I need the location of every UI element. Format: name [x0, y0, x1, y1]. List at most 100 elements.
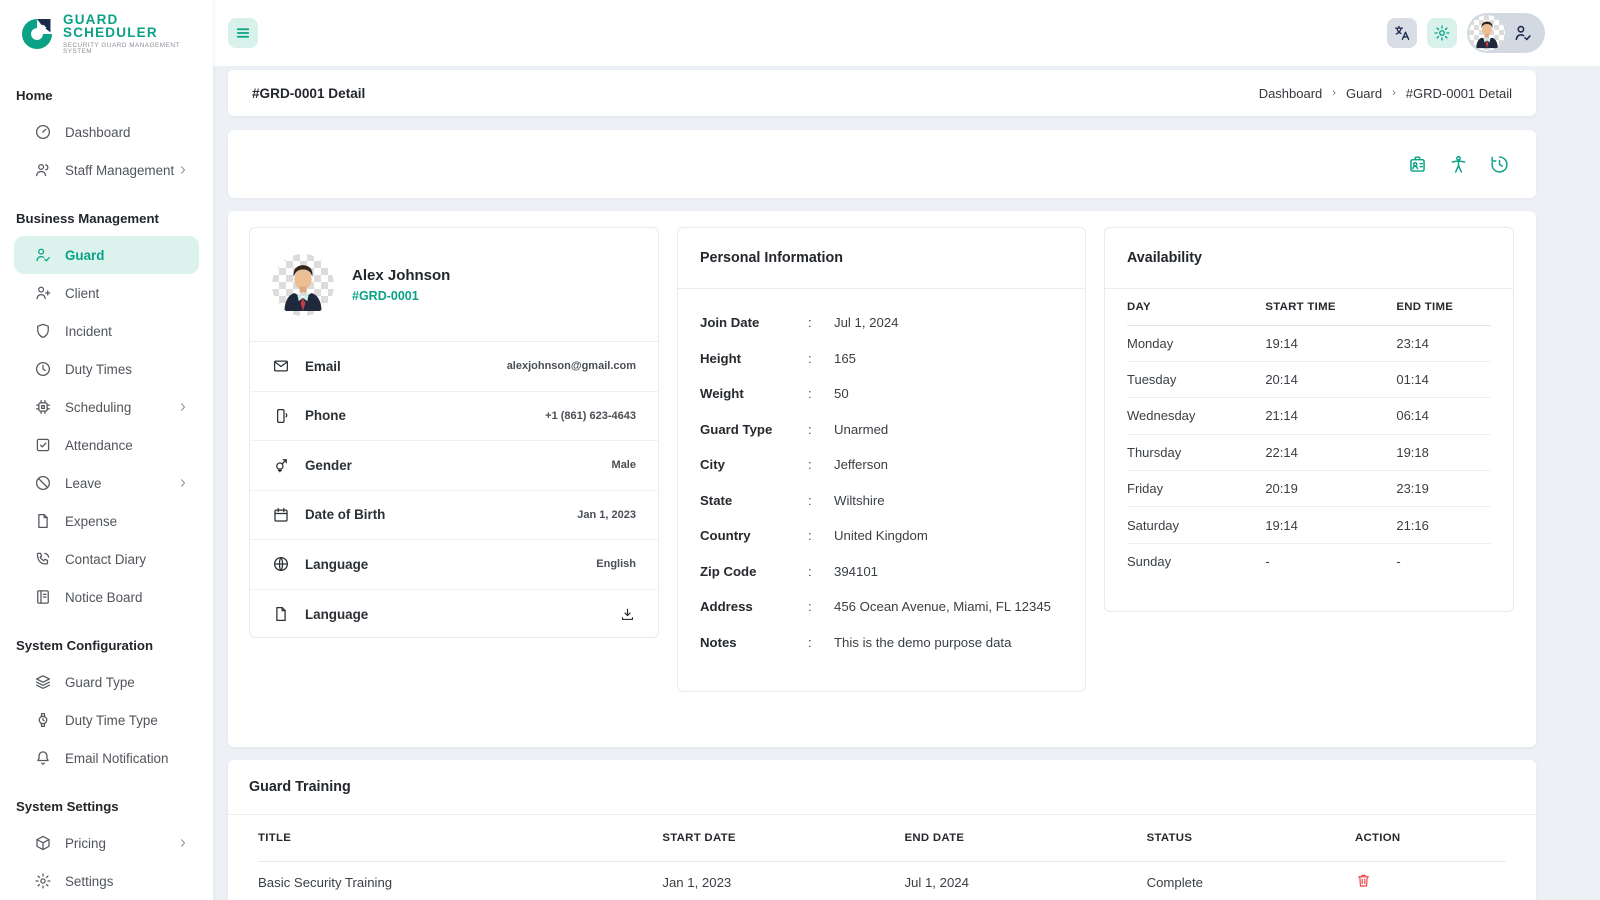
accessibility-icon [1448, 154, 1469, 175]
gender-icon [272, 456, 290, 474]
sidebar-item-notice-board[interactable]: Notice Board [14, 578, 199, 616]
translate-icon [1393, 24, 1411, 42]
sidebar-section-system-configuration: System Configuration [0, 616, 213, 663]
calendar-icon [272, 506, 290, 524]
mobile-icon [272, 407, 290, 425]
sidebar-item-staff-management[interactable]: Staff Management [14, 151, 199, 189]
availability-row-monday: Monday19:1423:14 [1127, 325, 1491, 361]
clock-icon [34, 360, 52, 378]
sidebar-item-guard-type[interactable]: Guard Type [14, 663, 199, 701]
sidebar-item-leave[interactable]: Leave [14, 464, 199, 502]
personal-information-card: Personal Information Join Date : Jul 1, … [677, 227, 1086, 692]
people-icon [34, 161, 52, 179]
package-icon [34, 834, 52, 852]
sidebar-item-settings[interactable]: Settings [14, 862, 199, 900]
profile-row-language-5: Language [250, 590, 658, 640]
info-row-height: Height : 165 [700, 351, 1063, 387]
settings-button[interactable] [1427, 18, 1457, 48]
ban-icon [34, 474, 52, 492]
info-row-notes: Notes : This is the demo purpose data [700, 635, 1063, 671]
clock-history-icon [1489, 154, 1510, 175]
chevron-right-icon [177, 477, 189, 489]
availability-header-end-time: END TIME [1396, 289, 1491, 325]
id-badge-icon [1407, 154, 1428, 175]
breadcrumb: Dashboard›Guard›#GRD-0001 Detail [1259, 86, 1512, 101]
info-row-guard-type: Guard Type : Unarmed [700, 422, 1063, 458]
board-icon [34, 588, 52, 606]
availability-table: DAYSTART TIMEEND TIME Monday19:1423:14 T… [1127, 289, 1491, 580]
sidebar-item-email-notification[interactable]: Email Notification [14, 739, 199, 777]
phone-icon [34, 550, 52, 568]
breadcrumb-item--grd-0001-detail[interactable]: #GRD-0001 Detail [1406, 86, 1512, 101]
hamburger-menu-button[interactable] [228, 18, 258, 48]
detail-action-bar [228, 130, 1536, 198]
personal-information-title: Personal Information [678, 228, 1085, 289]
bell-icon [34, 749, 52, 767]
chevron-right-icon [177, 401, 189, 413]
info-row-state: State : Wiltshire [700, 493, 1063, 529]
clock-history-button[interactable] [1489, 154, 1510, 175]
sidebar-item-client[interactable]: Client [14, 274, 199, 312]
guard-name: Alex Johnson [352, 267, 450, 284]
layers-icon [34, 673, 52, 691]
user-profile-menu[interactable] [1467, 13, 1545, 53]
breadcrumb-item-dashboard[interactable]: Dashboard [1259, 86, 1323, 101]
info-row-join-date: Join Date : Jul 1, 2024 [700, 315, 1063, 351]
profile-row-phone-1: Phone +1 (861) 623-4643 [250, 392, 658, 442]
check-square-icon [34, 436, 52, 454]
profile-row-gender-2: Gender Male [250, 441, 658, 491]
main-content: #GRD-0001 Detail Dashboard›Guard›#GRD-00… [213, 66, 1600, 900]
sidebar-item-duty-time-type[interactable]: Duty Time Type [14, 701, 199, 739]
sidebar-item-pricing[interactable]: Pricing [14, 824, 199, 862]
sidebar-item-scheduling[interactable]: Scheduling [14, 388, 199, 426]
availability-header-start-time: START TIME [1265, 289, 1396, 325]
user-avatar [1469, 15, 1505, 51]
shield-icon [34, 322, 52, 340]
sidebar-item-attendance[interactable]: Attendance [14, 426, 199, 464]
training-row: Basic Security Training Jan 1, 2023 Jul … [258, 861, 1506, 900]
sidebar-item-contact-diary[interactable]: Contact Diary [14, 540, 199, 578]
detail-panel: Alex Johnson #GRD-0001 Email alexjohnson… [228, 211, 1536, 747]
id-badge-button[interactable] [1407, 154, 1428, 175]
info-row-city: City : Jefferson [700, 457, 1063, 493]
sidebar-section-business-management: Business Management [0, 189, 213, 236]
guard-profile-card: Alex Johnson #GRD-0001 Email alexjohnson… [249, 227, 659, 638]
gear-icon [34, 872, 52, 890]
availability-row-sunday: Sunday-- [1127, 543, 1491, 579]
person-plus-icon [34, 284, 52, 302]
profile-row-email-0: Email alexjohnson@gmail.com [250, 342, 658, 392]
app-logo[interactable]: GUARD SCHEDULER SECURITY GUARD MANAGEMEN… [0, 0, 213, 66]
trash-icon [1355, 872, 1372, 889]
envelope-icon [272, 357, 290, 375]
sidebar-item-incident[interactable]: Incident [14, 312, 199, 350]
guard-training-table: TITLESTART DATEEND DATESTATUSACTION Basi… [258, 815, 1506, 900]
delete-training-button[interactable] [1355, 872, 1372, 889]
guard-training-card: Guard Training TITLESTART DATEEND DATEST… [228, 760, 1536, 900]
chevron-right-icon [177, 164, 189, 176]
sidebar-item-dashboard[interactable]: Dashboard [14, 113, 199, 151]
sidebar-item-expense[interactable]: Expense [14, 502, 199, 540]
sidebar-item-duty-times[interactable]: Duty Times [14, 350, 199, 388]
availability-card: Availability DAYSTART TIMEEND TIME Monda… [1104, 227, 1514, 612]
accessibility-button[interactable] [1448, 154, 1469, 175]
availability-row-tuesday: Tuesday20:1401:14 [1127, 361, 1491, 397]
breadcrumb-item-guard[interactable]: Guard [1346, 86, 1382, 101]
profile-contact-rows: Email alexjohnson@gmail.com Phone +1 (86… [250, 342, 658, 639]
info-row-weight: Weight : 50 [700, 386, 1063, 422]
download-button[interactable] [619, 606, 636, 623]
guard-id: #GRD-0001 [352, 289, 450, 303]
info-row-zip-code: Zip Code : 394101 [700, 564, 1063, 600]
dashboard-icon [34, 123, 52, 141]
profile-row-language-4: Language English [250, 540, 658, 590]
availability-row-wednesday: Wednesday21:1406:14 [1127, 398, 1491, 434]
hamburger-menu-icon [234, 24, 252, 42]
translate-button[interactable] [1387, 18, 1417, 48]
person-check-icon [34, 246, 52, 264]
topbar [213, 0, 1600, 66]
sidebar-item-guard[interactable]: Guard [14, 236, 199, 274]
profile-row-date-of-birth-3: Date of Birth Jan 1, 2023 [250, 491, 658, 541]
training-header-title: TITLE [258, 815, 662, 861]
training-header-start-date: START DATE [662, 815, 904, 861]
personal-information-rows: Join Date : Jul 1, 2024 Height : 165 Wei… [678, 289, 1085, 696]
info-row-address: Address : 456 Ocean Avenue, Miami, FL 12… [700, 599, 1063, 635]
